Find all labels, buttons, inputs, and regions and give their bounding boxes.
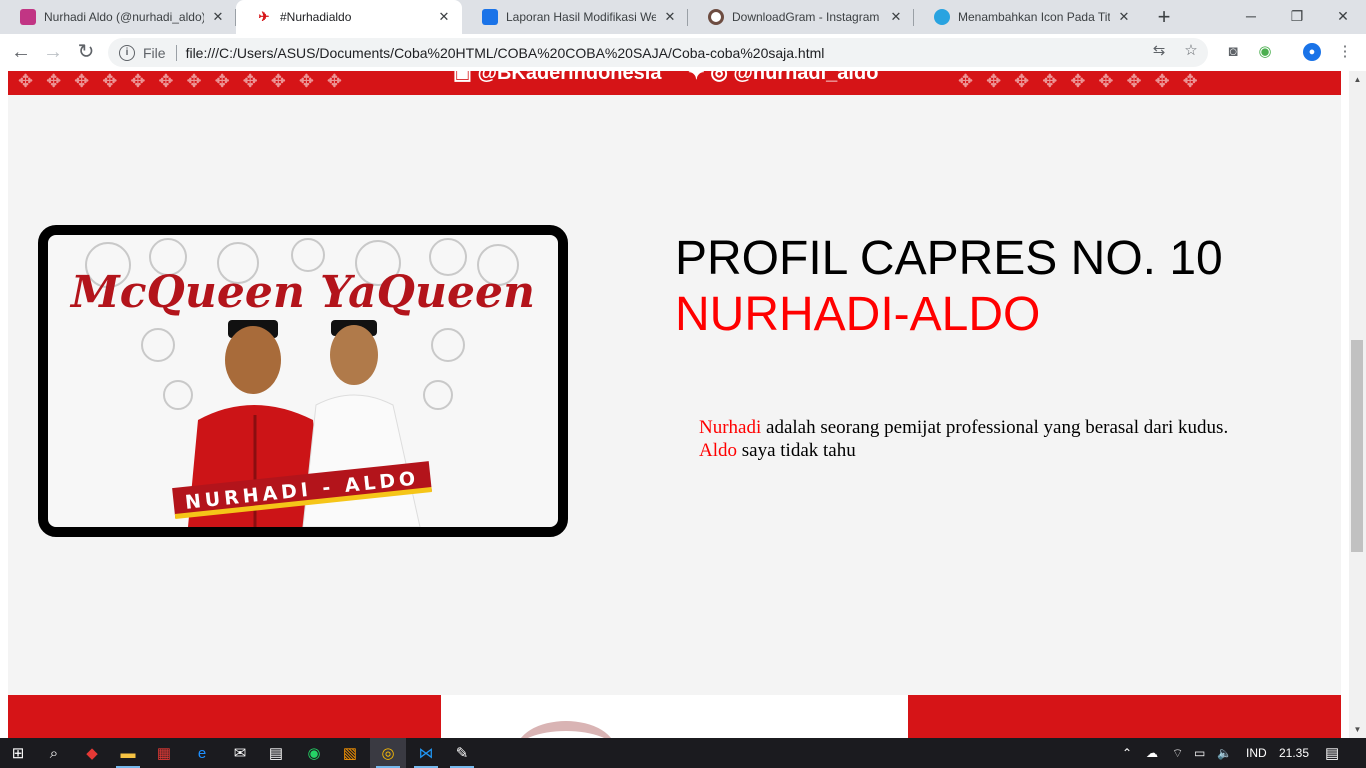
windows-start-icon[interactable]: ⊞ bbox=[0, 738, 36, 768]
scroll-down-arrow-icon[interactable]: ▼ bbox=[1349, 721, 1366, 738]
description-aldo: saya tidak tahu bbox=[741, 440, 856, 461]
candidate-photo: McQueen YaQueen NURHADI - ALDO bbox=[38, 225, 568, 537]
chrome-icon[interactable]: ◎ bbox=[370, 738, 406, 768]
search-icon[interactable]: ⌕ bbox=[36, 738, 72, 768]
gift-app-icon[interactable]: ▦ bbox=[146, 738, 182, 768]
tab-nurhadialdo[interactable]: ✈ #Nurhadialdo ✕ bbox=[236, 0, 462, 34]
translate-icon[interactable]: ⇆ bbox=[1150, 42, 1168, 60]
logo-arc-decoration bbox=[516, 721, 616, 738]
banner-social-right: ✦ ◎ @nurhadi_aldo bbox=[688, 71, 878, 85]
google-classroom-icon bbox=[482, 9, 498, 25]
banner-handle-right: @nurhadi_aldo bbox=[733, 71, 879, 84]
restore-button[interactable]: ❐ bbox=[1274, 0, 1320, 32]
onedrive-icon[interactable]: ☁ bbox=[1146, 738, 1158, 768]
volume-icon[interactable]: 🔈 bbox=[1217, 738, 1232, 768]
batik-pattern-decoration: ✥ ✥ ✥ ✥ ✥ ✥ ✥ ✥ ✥ ✥ ✥ ✥ bbox=[18, 71, 346, 91]
edge-browser-icon[interactable]: e bbox=[184, 738, 220, 768]
next-section-white-panel bbox=[441, 695, 908, 738]
notification-center-icon[interactable]: ▤ bbox=[1325, 738, 1339, 768]
app-red-icon[interactable]: ◆ bbox=[74, 738, 110, 768]
tab-title: #Nurhadialdo bbox=[280, 10, 352, 24]
reload-button[interactable]: ↻ bbox=[73, 40, 99, 66]
page-viewport: ✥ ✥ ✥ ✥ ✥ ✥ ✥ ✥ ✥ ✥ ✥ ✥ ✥ ✥ ✥ ✥ ✥ ✥ ✥ ✥ … bbox=[0, 71, 1366, 738]
profile-avatar[interactable]: ● bbox=[1303, 43, 1321, 61]
url-text[interactable]: file:///C:/Users/ASUS/Documents/Coba%20H… bbox=[186, 45, 825, 61]
browser-toolbar: ← → ↻ i File file:///C:/Users/ASUS/Docum… bbox=[0, 34, 1366, 71]
address-bar[interactable]: i File file:///C:/Users/ASUS/Documents/C… bbox=[108, 38, 1208, 67]
name-nurhadi: Nurhadi bbox=[699, 417, 762, 438]
banner-handle-left: @BKaderindonesia bbox=[477, 71, 662, 84]
language-indicator[interactable]: IND bbox=[1246, 738, 1267, 768]
name-aldo: Aldo bbox=[699, 440, 737, 461]
page-title: PROFIL CAPRES NO. 10 NURHADI-ALDO bbox=[675, 231, 1315, 343]
globe-extension-icon[interactable]: ◉ bbox=[1256, 43, 1274, 61]
tab-title: Menambahkan Icon Pada Title bbox=[958, 10, 1110, 24]
close-icon[interactable]: ✕ bbox=[1116, 9, 1132, 25]
back-button[interactable]: ← bbox=[8, 40, 34, 66]
instagram-icon: ◎ bbox=[710, 71, 734, 84]
title-line-1: PROFIL CAPRES NO. 10 bbox=[675, 232, 1223, 285]
battery-icon[interactable]: ▭ bbox=[1194, 738, 1205, 768]
store-icon[interactable]: ▤ bbox=[258, 738, 294, 768]
website-icon bbox=[934, 9, 950, 25]
description-nurhadi: adalah seorang pemijat professional yang… bbox=[766, 417, 1229, 438]
banner-social-left: ▣ @BKaderindonesia bbox=[453, 71, 661, 85]
omnibox-divider bbox=[175, 44, 177, 61]
title-line-2: NURHADI-ALDO bbox=[675, 288, 1041, 341]
vertical-scrollbar[interactable]: ▲ ▼ bbox=[1349, 71, 1366, 738]
scrollbar-thumb[interactable] bbox=[1351, 340, 1363, 552]
tab-instagram[interactable]: Nurhadi Aldo (@nurhadi_aldo) ✕ bbox=[0, 0, 236, 34]
tab-strip: Nurhadi Aldo (@nurhadi_aldo) ✕ ✈ #Nurhad… bbox=[0, 0, 1366, 34]
downloadgram-icon bbox=[708, 9, 724, 25]
batik-pattern-decoration: ✥ ✥ ✥ ✥ ✥ ✥ ✥ ✥ ✥ bbox=[958, 71, 1202, 91]
tab-laporan[interactable]: Laporan Hasil Modifikasi Web ✕ bbox=[462, 0, 688, 34]
wifi-icon[interactable]: ⌔ bbox=[1172, 738, 1183, 768]
vscode-icon[interactable]: ⋈ bbox=[408, 738, 444, 768]
minimize-button[interactable]: ─ bbox=[1228, 0, 1274, 32]
tab-title: Laporan Hasil Modifikasi Web bbox=[506, 10, 656, 24]
show-hidden-icons-chevron-icon[interactable]: ⌃ bbox=[1122, 738, 1132, 768]
forward-button[interactable]: → bbox=[40, 40, 66, 66]
header-banner: ✥ ✥ ✥ ✥ ✥ ✥ ✥ ✥ ✥ ✥ ✥ ✥ ✥ ✥ ✥ ✥ ✥ ✥ ✥ ✥ … bbox=[8, 71, 1341, 95]
poster-headline: McQueen YaQueen bbox=[69, 267, 535, 318]
page-body: ✥ ✥ ✥ ✥ ✥ ✥ ✥ ✥ ✥ ✥ ✥ ✥ ✥ ✥ ✥ ✥ ✥ ✥ ✥ ✥ … bbox=[8, 71, 1341, 738]
close-icon[interactable]: ✕ bbox=[662, 9, 678, 25]
candidate-poster-image: McQueen YaQueen NURHADI - ALDO bbox=[69, 238, 535, 527]
new-tab-button[interactable]: + bbox=[1153, 6, 1175, 29]
tab-title: DownloadGram - Instagram ph bbox=[732, 10, 882, 24]
camera-extension-icon[interactable]: ◙ bbox=[1224, 43, 1242, 61]
next-section-band bbox=[8, 695, 1341, 738]
scheme-label: File bbox=[143, 44, 166, 61]
paint-icon[interactable]: ✎ bbox=[444, 738, 480, 768]
menu-kebab-icon[interactable]: ⋮ bbox=[1336, 43, 1354, 61]
bookmark-star-icon[interactable]: ☆ bbox=[1182, 42, 1200, 60]
tab-title: Nurhadi Aldo (@nurhadi_aldo) bbox=[44, 10, 204, 24]
clock[interactable]: 21.35 bbox=[1279, 738, 1309, 768]
info-icon[interactable]: i bbox=[119, 44, 135, 61]
close-window-button[interactable]: ✕ bbox=[1320, 0, 1366, 32]
nurhadi-aldo-logo-icon: ✈ bbox=[258, 9, 270, 24]
whatsapp-icon[interactable]: ◉ bbox=[296, 738, 332, 768]
facebook-icon: ▣ bbox=[453, 71, 478, 84]
file-explorer-icon[interactable]: ▬ bbox=[110, 738, 146, 768]
windows-taskbar: ⊞ ⌕ ◆ ▬ ▦ e ✉ ▤ ◉ ▧ ◎ ⋈ ✎ ⌃ ☁ ⌔ ▭ 🔈 IND … bbox=[0, 738, 1366, 768]
close-icon[interactable]: ✕ bbox=[888, 9, 904, 25]
tab-menambahkan-icon[interactable]: Menambahkan Icon Pada Title ✕ bbox=[914, 0, 1142, 34]
instagram-icon bbox=[20, 9, 36, 25]
mail-icon[interactable]: ✉ bbox=[222, 738, 258, 768]
twitter-icon: ✦ bbox=[688, 71, 711, 84]
close-icon[interactable]: ✕ bbox=[210, 9, 226, 25]
sublime-text-icon[interactable]: ▧ bbox=[332, 738, 368, 768]
tab-downloadgram[interactable]: DownloadGram - Instagram ph ✕ bbox=[688, 0, 914, 34]
scroll-up-arrow-icon[interactable]: ▲ bbox=[1349, 71, 1366, 88]
close-icon[interactable]: ✕ bbox=[436, 9, 452, 25]
profile-description: Nurhadi adalah seorang pemijat professio… bbox=[699, 416, 1299, 462]
